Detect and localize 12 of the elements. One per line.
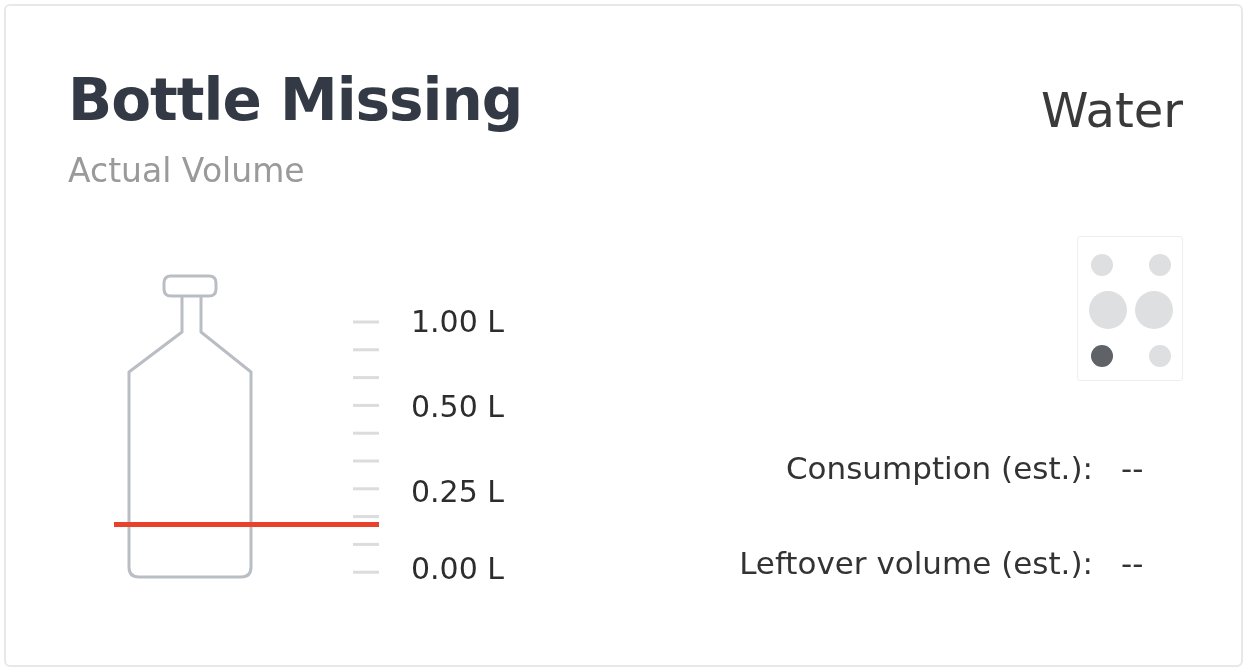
card-subtitle: Actual Volume [68,150,306,192]
liquid-label: Water [1041,81,1183,140]
stat-label: Leftover volume (est.): [739,544,1093,583]
stat-label: Consumption (est.): [784,449,1093,488]
scale-label: 0.25 L [411,473,505,511]
stat-value: -- [1120,544,1145,583]
stat-value: -- [1120,449,1145,488]
scale-label: 1.00 L [411,303,505,341]
card-title: Bottle Missing [68,65,523,136]
scale-label: 0.00 L [411,550,505,588]
scale-label: 0.50 L [411,388,505,426]
bottle-icon [127,274,253,579]
